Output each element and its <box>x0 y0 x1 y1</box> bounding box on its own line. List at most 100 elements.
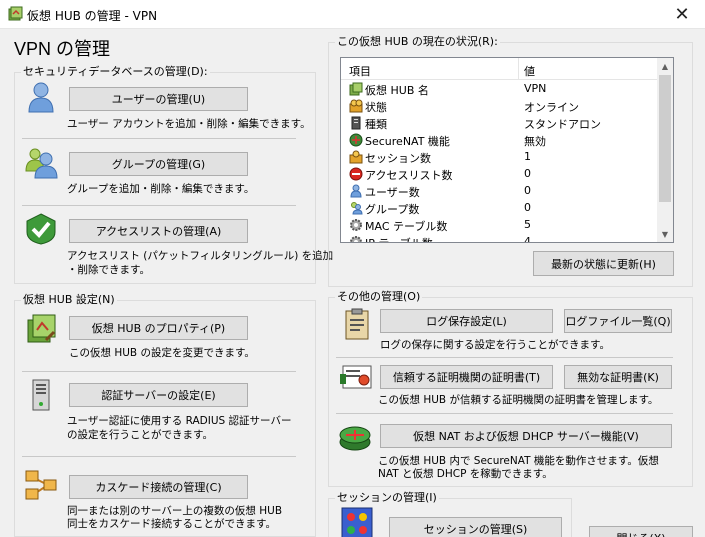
acl-desc-line1: アクセスリスト (パケットフィルタリングルール) を追加 <box>67 250 334 262</box>
session-management-button[interactable]: セッションの管理(S) <box>389 517 562 537</box>
shield-check-icon <box>26 213 56 245</box>
status-row[interactable]: 仮想 HUB 名 VPN <box>341 81 659 98</box>
status-item-label: セッション数 <box>365 152 431 165</box>
close-button[interactable]: 閉じる(X) <box>589 526 693 537</box>
status-list-header: 項目 値 <box>341 58 659 80</box>
status-item-label: 仮想 HUB 名 <box>365 84 429 97</box>
status-row[interactable]: 状態 オンライン <box>341 98 659 115</box>
gear-icon <box>350 219 362 231</box>
status-row[interactable]: 種類 スタンドアロン <box>341 115 659 132</box>
scroll-up-icon[interactable]: ▲ <box>657 58 673 74</box>
status-item-label: IP テーブル数 <box>365 235 433 242</box>
column-header-value[interactable]: 値 <box>524 63 535 79</box>
securenat-icon <box>349 133 363 147</box>
radius-settings-button[interactable]: 認証サーバーの設定(E) <box>69 383 248 407</box>
group-management-button[interactable]: グループの管理(G) <box>69 152 248 176</box>
radius-desc-line2: の設定を行うことができます。 <box>67 429 213 441</box>
page-title: VPN の管理 <box>14 39 111 59</box>
column-header-item[interactable]: 項目 <box>349 63 371 79</box>
status-item-value: 1 <box>524 150 531 163</box>
cascade-icon <box>25 470 57 500</box>
separator <box>336 413 673 414</box>
other-management-label: その他の管理(O) <box>335 290 423 304</box>
status-item-value: 無効 <box>524 135 546 148</box>
scroll-down-icon[interactable]: ▼ <box>657 226 673 242</box>
status-row[interactable]: アクセスリスト数 0 <box>341 166 659 183</box>
cascade-management-button[interactable]: カスケード接続の管理(C) <box>69 475 248 499</box>
status-item-label: ユーザー数 <box>365 186 420 199</box>
hub-status-label: この仮想 HUB の現在の状況(R): <box>335 35 500 49</box>
status-item-value: オンライン <box>524 101 579 114</box>
clipboard-icon <box>345 308 369 340</box>
user-management-desc: ユーザー アカウントを追加・削除・編集できます。 <box>67 118 311 130</box>
separator <box>22 371 296 372</box>
status-item-value: 0 <box>524 167 531 180</box>
separator <box>336 357 673 358</box>
status-item-label: SecureNAT 機能 <box>365 135 450 148</box>
status-row[interactable]: SecureNAT 機能 無効 <box>341 132 659 149</box>
status-item-label: アクセスリスト数 <box>365 169 453 182</box>
cert-desc: この仮想 HUB が信頼する証明機関の証明書を管理します。 <box>378 394 659 406</box>
refresh-status-button[interactable]: 最新の状態に更新(H) <box>533 251 674 276</box>
status-list[interactable]: 項目 値 仮想 HUB 名 VPN 状態 オンライン 種類 スタンドアロン Se… <box>340 57 674 243</box>
server-icon <box>351 116 361 130</box>
log-settings-desc: ログの保存に関する設定を行うことができます。 <box>380 339 610 351</box>
status-item-value: スタンドアロン <box>524 118 601 131</box>
session-icon <box>349 150 363 164</box>
cascade-desc-line1: 同一または別のサーバー上の複数の仮想 HUB <box>67 505 283 517</box>
acl-icon <box>349 167 363 181</box>
status-list-scrollbar[interactable]: ▲ ▼ <box>657 58 673 242</box>
status-row[interactable]: グループ数 0 <box>341 200 659 217</box>
gear-icon <box>350 236 362 242</box>
hub-properties-button[interactable]: 仮想 HUB のプロパティ(P) <box>69 316 248 340</box>
status-item-value: 4 <box>524 235 531 243</box>
cascade-desc-line2: 同士をカスケード接続することができます。 <box>67 518 276 530</box>
group-icon <box>351 202 363 215</box>
title-bar: 仮想 HUB の管理 - VPN ✕ <box>0 0 705 29</box>
hub-icon <box>349 82 363 96</box>
status-item-label: 種類 <box>365 118 387 131</box>
user-icon <box>350 184 362 198</box>
status-row[interactable]: IP テーブル数 4 <box>341 234 659 243</box>
nat-desc-line2: NAT と仮想 DHCP を稼動できます。 <box>378 468 553 480</box>
user-management-button[interactable]: ユーザーの管理(U) <box>69 87 248 111</box>
separator <box>22 456 296 457</box>
hub-properties-desc: この仮想 HUB の設定を変更できます。 <box>69 347 255 359</box>
status-item-value: 5 <box>524 218 531 231</box>
separator <box>22 205 296 206</box>
radius-desc-line1: ユーザー認証に使用する RADIUS 認証サーバー <box>67 415 292 427</box>
status-row[interactable]: MAC テーブル数 5 <box>341 217 659 234</box>
invalid-cert-button[interactable]: 無効な証明書(K) <box>564 365 672 389</box>
trusted-ca-button[interactable]: 信頼する証明機関の証明書(T) <box>380 365 553 389</box>
status-item-label: MAC テーブル数 <box>365 220 448 233</box>
status-icon <box>349 99 363 113</box>
log-file-list-button[interactable]: ログファイル一覧(Q) <box>564 309 672 333</box>
router-icon <box>339 426 371 451</box>
status-item-label: 状態 <box>365 101 387 114</box>
hub-app-icon <box>8 6 23 21</box>
status-row[interactable]: セッション数 1 <box>341 149 659 166</box>
close-icon[interactable]: ✕ <box>659 0 705 29</box>
hub-properties-icon <box>27 314 56 343</box>
session-management-label: セッションの管理(I) <box>335 491 439 505</box>
acl-management-button[interactable]: アクセスリストの管理(A) <box>69 219 248 243</box>
session-list-icon <box>341 507 373 537</box>
status-item-label: グループ数 <box>365 203 420 216</box>
user-icon <box>28 82 54 113</box>
status-item-value: 0 <box>524 201 531 214</box>
hub-settings-label: 仮想 HUB 設定(N) <box>21 293 117 307</box>
log-settings-button[interactable]: ログ保存設定(L) <box>380 309 553 333</box>
radius-server-icon <box>32 379 50 411</box>
virtual-nat-dhcp-button[interactable]: 仮想 NAT および仮想 DHCP サーバー機能(V) <box>380 424 672 448</box>
group-management-desc: グループを追加・削除・編集できます。 <box>67 183 255 195</box>
group-icon <box>25 148 58 179</box>
status-item-value: 0 <box>524 184 531 197</box>
status-row[interactable]: ユーザー数 0 <box>341 183 659 200</box>
window-title: 仮想 HUB の管理 - VPN <box>27 9 158 23</box>
scroll-thumb[interactable] <box>659 75 671 202</box>
separator <box>22 138 296 139</box>
status-item-value: VPN <box>524 82 547 95</box>
security-db-label: セキュリティデータベースの管理(D): <box>21 65 210 79</box>
column-divider <box>518 58 519 80</box>
certificate-icon <box>340 365 372 389</box>
